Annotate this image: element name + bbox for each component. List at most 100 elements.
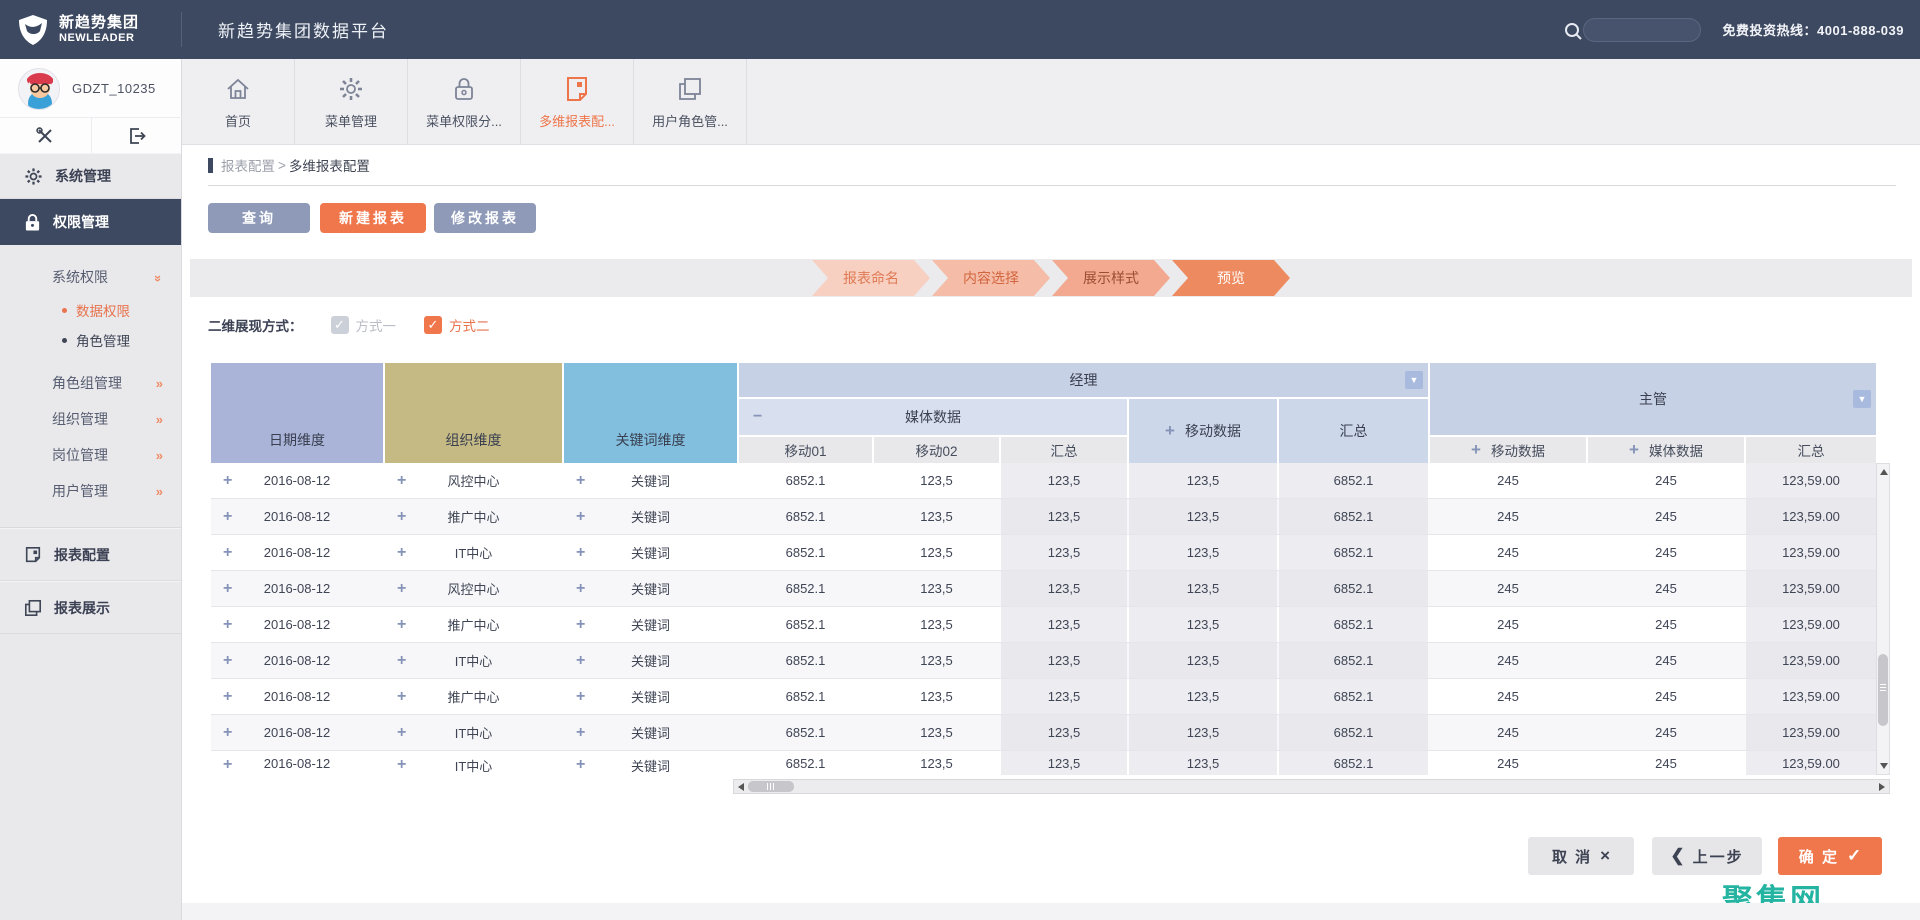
column-header-sup-sum[interactable]: 汇总	[1746, 437, 1876, 463]
cell-value: 123,59.00	[1746, 499, 1876, 534]
expand-icon[interactable]: +	[223, 508, 232, 526]
expand-icon[interactable]: +	[576, 652, 585, 670]
create-report-button[interactable]: 新建报表	[320, 203, 426, 233]
cancel-button[interactable]: 取 消 ×	[1528, 837, 1634, 875]
cell-value: 123,5	[1129, 679, 1277, 714]
expand-icon[interactable]: +	[576, 544, 585, 562]
sidebar-item-org-mgmt[interactable]: 组织管理 »	[0, 401, 181, 437]
cell-org: +推广中心	[385, 607, 562, 642]
sidebar-item-system-perm[interactable]: 系统权限 »	[0, 259, 181, 295]
expand-icon[interactable]: +	[576, 688, 585, 706]
tab-menu-permission[interactable]: 菜单权限分...	[408, 59, 521, 144]
sidebar-item-system-mgmt[interactable]: 系统管理	[0, 153, 181, 199]
expand-icon[interactable]: +	[397, 652, 406, 670]
expand-icon[interactable]: +	[397, 544, 406, 562]
column-header-mobile-data[interactable]: + 移动数据	[1129, 399, 1277, 463]
expand-icon[interactable]: +	[223, 472, 232, 490]
tab-multidim-report[interactable]: 多维报表配...	[521, 59, 634, 144]
scroll-right-icon[interactable]	[1879, 783, 1885, 791]
expand-icon[interactable]: +	[576, 508, 585, 526]
expand-icon[interactable]: +	[1165, 421, 1175, 441]
sidebar-item-user-mgmt[interactable]: 用户管理 »	[0, 473, 181, 509]
sidebar-item-post-mgmt[interactable]: 岗位管理 »	[0, 437, 181, 473]
mode2-label: 方式二	[449, 315, 490, 335]
sidebar-item-role-mgmt[interactable]: 角色管理	[0, 325, 181, 355]
scroll-up-icon[interactable]	[1880, 469, 1888, 475]
sidebar-item-report-config[interactable]: 报表配置	[0, 528, 181, 581]
column-header-sup-mobile[interactable]: + 移动数据	[1430, 437, 1586, 463]
column-header-sum[interactable]: 汇总	[1001, 437, 1127, 463]
confirm-button[interactable]: 确 定 ✓	[1778, 837, 1882, 875]
tab-home[interactable]: 首页	[182, 59, 295, 144]
expand-icon[interactable]: +	[397, 756, 406, 774]
cancel-label: 取 消	[1552, 846, 1592, 867]
expand-icon[interactable]: +	[223, 544, 232, 562]
expand-icon[interactable]: +	[576, 756, 585, 774]
sidebar-item-permission-mgmt[interactable]: 权限管理	[0, 199, 181, 245]
cell-kw: +关键词	[564, 499, 737, 534]
horizontal-scroll-thumb[interactable]	[748, 781, 794, 792]
expand-icon[interactable]: +	[576, 580, 585, 598]
expand-icon[interactable]: +	[223, 652, 232, 670]
expand-icon[interactable]: +	[223, 724, 232, 742]
expand-icon[interactable]: +	[576, 724, 585, 742]
logout-button[interactable]	[91, 118, 183, 153]
breadcrumb-parent[interactable]: 报表配置	[221, 155, 275, 175]
mode1-checkbox[interactable]: ✓	[331, 316, 349, 334]
scroll-down-icon[interactable]	[1880, 763, 1888, 769]
column-header-manager-sum[interactable]: 汇总	[1279, 399, 1428, 463]
column-header-keyword[interactable]: 关键词维度	[564, 363, 737, 463]
expand-icon[interactable]: +	[397, 688, 406, 706]
tab-user-role[interactable]: 用户角色管...	[634, 59, 747, 144]
table-row: +2016-08-12+IT中心+关键词6852.1123,5123,5123,…	[211, 535, 1876, 571]
avatar[interactable]	[18, 68, 60, 110]
subgroup-header-media[interactable]: − 媒体数据	[739, 399, 1127, 435]
wizard-step-name[interactable]: 报表命名	[812, 260, 930, 296]
expand-icon[interactable]: +	[397, 472, 406, 490]
modify-report-button[interactable]: 修改报表	[434, 203, 536, 233]
expand-icon[interactable]: +	[1471, 440, 1481, 460]
column-header-sup-media[interactable]: + 媒体数据	[1588, 437, 1744, 463]
vertical-scroll-thumb[interactable]	[1878, 654, 1888, 726]
mode2-checkbox[interactable]: ✓	[424, 316, 442, 334]
query-button[interactable]: 查询	[208, 203, 310, 233]
sidebar-item-report-display[interactable]: 报表展示	[0, 581, 181, 634]
column-header-org[interactable]: 组织维度	[385, 363, 562, 463]
expand-icon[interactable]: +	[397, 616, 406, 634]
sidebar-item-role-group[interactable]: 角色组管理 »	[0, 365, 181, 401]
expand-icon[interactable]: +	[397, 580, 406, 598]
settings-tools-button[interactable]	[0, 118, 91, 153]
column-header-date[interactable]: 日期维度	[211, 363, 383, 463]
sidebar-item-data-perm[interactable]: 数据权限	[0, 295, 181, 325]
group-header-supervisor[interactable]: 主管 ▼	[1430, 363, 1876, 435]
vertical-scrollbar[interactable]	[1876, 463, 1890, 775]
prev-step-button[interactable]: ❮ 上一步	[1652, 837, 1762, 875]
search-box[interactable]	[1583, 18, 1701, 42]
expand-icon[interactable]: +	[397, 508, 406, 526]
expand-icon[interactable]: +	[223, 756, 232, 774]
wizard-step-preview[interactable]: 预览	[1172, 260, 1290, 296]
expand-icon[interactable]: +	[576, 616, 585, 634]
wizard-step-style[interactable]: 展示样式	[1052, 260, 1170, 296]
tab-label: 多维报表配...	[539, 111, 615, 130]
horizontal-scrollbar[interactable]	[733, 779, 1890, 794]
group-header-manager[interactable]: 经理 ▼	[739, 363, 1428, 397]
expand-icon[interactable]: +	[223, 580, 232, 598]
column-header-mobile01[interactable]: 移动01	[739, 437, 872, 463]
cell-date: +2016-08-12	[211, 715, 383, 750]
column-header-mobile02[interactable]: 移动02	[874, 437, 999, 463]
expand-icon[interactable]: +	[223, 616, 232, 634]
cell-org: +推广中心	[385, 679, 562, 714]
search-input[interactable]	[1584, 23, 1700, 37]
expand-icon[interactable]: +	[576, 472, 585, 490]
tab-menu-mgmt[interactable]: 菜单管理	[295, 59, 408, 144]
expand-icon[interactable]: +	[1629, 440, 1639, 460]
scroll-left-icon[interactable]	[738, 783, 744, 791]
wizard-step-content[interactable]: 内容选择	[932, 260, 1050, 296]
expand-icon[interactable]: +	[397, 724, 406, 742]
dropdown-icon[interactable]: ▼	[1405, 371, 1423, 389]
expand-icon[interactable]: +	[223, 688, 232, 706]
dropdown-icon[interactable]: ▼	[1853, 390, 1871, 408]
collapse-icon[interactable]: −	[753, 408, 762, 426]
cell-kw: +关键词	[564, 463, 737, 498]
